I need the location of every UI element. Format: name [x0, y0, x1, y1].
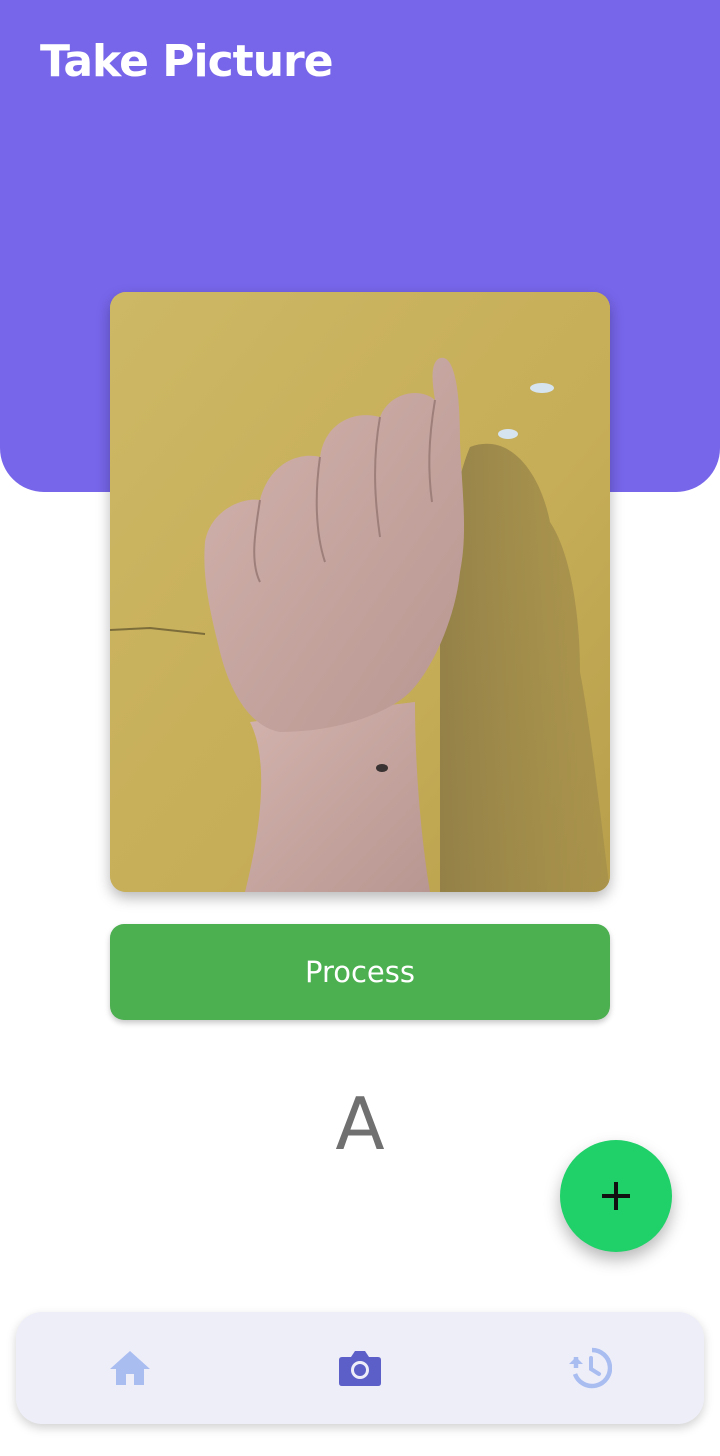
add-fab-button[interactable] — [560, 1140, 672, 1252]
process-button[interactable]: Process — [110, 924, 610, 1020]
nav-item-home[interactable] — [102, 1340, 158, 1396]
nav-item-history[interactable] — [562, 1340, 618, 1396]
take-picture-screen: Take Picture Process A — [0, 0, 720, 1456]
plus-icon — [602, 1182, 630, 1210]
hand-sign-image — [110, 292, 610, 892]
nav-item-camera[interactable] — [332, 1340, 388, 1396]
page-title: Take Picture — [40, 36, 334, 87]
history-icon — [569, 1347, 612, 1389]
bottom-navigation — [16, 1312, 704, 1424]
captured-photo — [110, 292, 610, 892]
camera-icon — [339, 1351, 381, 1386]
home-icon — [110, 1351, 150, 1385]
